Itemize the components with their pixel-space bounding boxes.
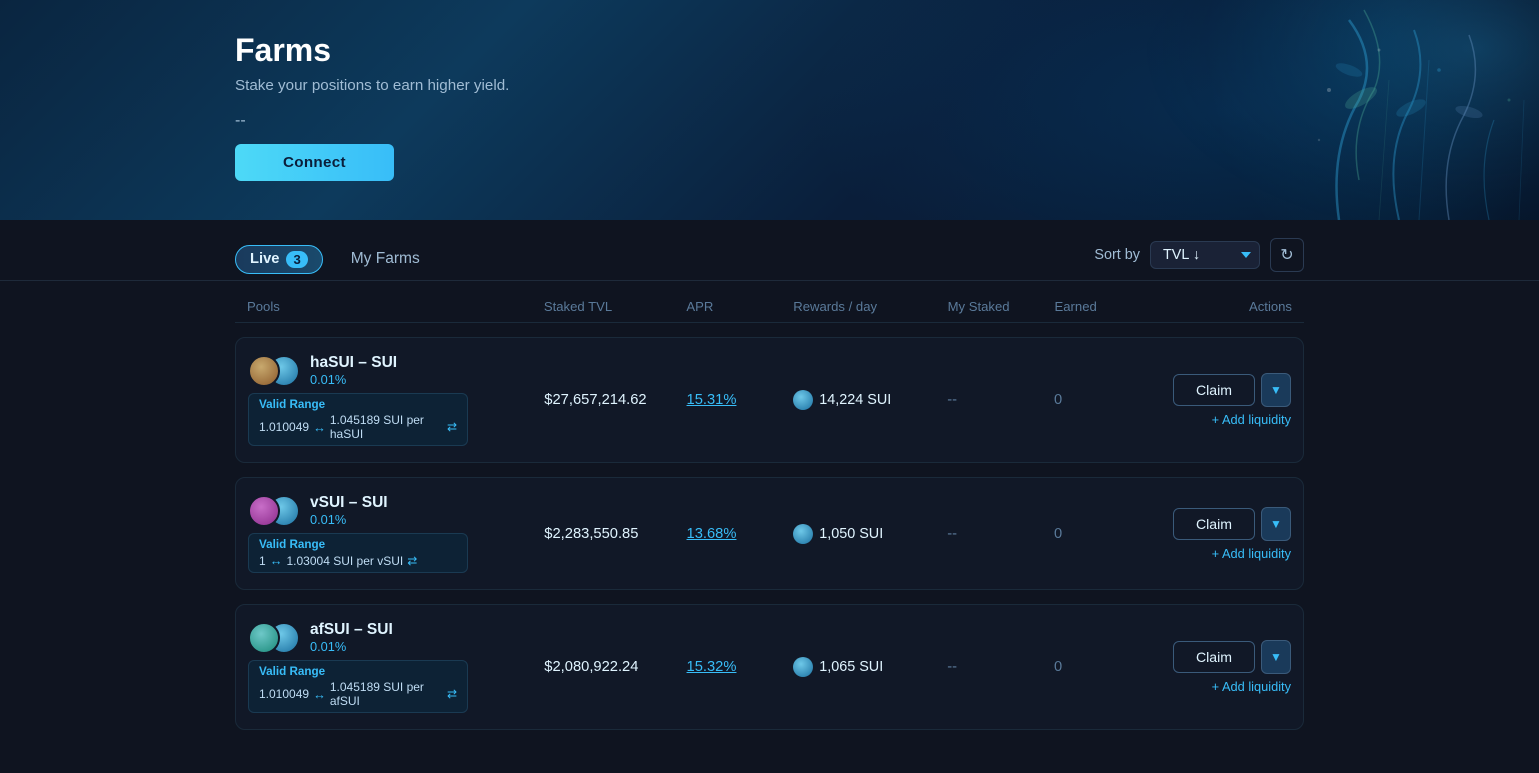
afsui-icon: [248, 622, 280, 654]
dropdown-button[interactable]: ▼: [1261, 507, 1291, 541]
hero-dash: --: [235, 112, 509, 130]
actions-row: Claim ▼: [1173, 640, 1291, 674]
claim-button[interactable]: Claim: [1173, 374, 1255, 406]
pool-header: vSUI – SUI 0.01%: [248, 494, 544, 527]
token-icons: [248, 622, 300, 654]
col-earned: Earned: [1055, 299, 1138, 314]
valid-range-box: Valid Range 1.010049 ↔ 1.045189 SUI per …: [248, 660, 468, 713]
claim-button[interactable]: Claim: [1173, 508, 1255, 540]
staked-tvl: $27,657,214.62: [544, 392, 686, 408]
valid-range-label: Valid Range: [259, 665, 457, 678]
pool-fee: 0.01%: [310, 512, 388, 527]
my-staked: --: [947, 392, 1054, 408]
pool-header: afSUI – SUI 0.01%: [248, 621, 544, 654]
earned-value: 0: [1054, 392, 1137, 408]
pool-fee: 0.01%: [310, 372, 397, 387]
pool-name: afSUI – SUI: [310, 621, 393, 639]
hero-section: Farms Stake your positions to earn highe…: [0, 0, 1539, 220]
actions-cell: Claim ▼ + Add liquidity: [1137, 640, 1291, 694]
pool-name: vSUI – SUI: [310, 494, 388, 512]
actions-cell: Claim ▼ + Add liquidity: [1137, 373, 1291, 427]
rewards-cell: 14,224 SUI: [793, 390, 947, 410]
actions-row: Claim ▼: [1173, 507, 1291, 541]
sui-reward-icon: [793, 390, 813, 410]
col-apr: APR: [686, 299, 793, 314]
add-liquidity-link[interactable]: + Add liquidity: [1212, 412, 1291, 427]
tab-live[interactable]: Live 3: [235, 245, 323, 274]
main-content: Live 3 My Farms Sort by TVL ↓ APR ↓ Rewa…: [0, 220, 1539, 773]
hero-decoration: [839, 0, 1539, 220]
valid-range-box: Valid Range 1 ↔ 1.03004 SUI per vSUI ⇄: [248, 533, 468, 573]
apr-value[interactable]: 15.31%: [687, 392, 794, 408]
col-my-staked: My Staked: [948, 299, 1055, 314]
pool-fee: 0.01%: [310, 639, 393, 654]
rewards-amount: 1,065 SUI: [819, 659, 883, 675]
valid-range-value: 1.010049 ↔ 1.045189 SUI per haSUI ⇄: [259, 413, 457, 441]
staked-tvl: $2,283,550.85: [544, 526, 686, 542]
table-row: haSUI – SUI 0.01% Valid Range 1.010049 ↔…: [235, 337, 1304, 463]
col-rewards-day: Rewards / day: [793, 299, 947, 314]
valid-range-label: Valid Range: [259, 538, 457, 551]
add-liquidity-link[interactable]: + Add liquidity: [1212, 546, 1291, 561]
dropdown-button[interactable]: ▼: [1261, 373, 1291, 407]
pool-cell-hasui: haSUI – SUI 0.01% Valid Range 1.010049 ↔…: [248, 354, 544, 446]
farms-table: Pools Staked TVL APR Rewards / day My St…: [0, 285, 1539, 730]
pool-info: vSUI – SUI 0.01%: [310, 494, 388, 527]
sui-reward-icon: [793, 657, 813, 677]
valid-range-box: Valid Range 1.010049 ↔ 1.045189 SUI per …: [248, 393, 468, 446]
valid-range-value: 1 ↔ 1.03004 SUI per vSUI ⇄: [259, 553, 457, 568]
earned-value: 0: [1054, 659, 1137, 675]
my-staked: --: [947, 659, 1054, 675]
claim-button[interactable]: Claim: [1173, 641, 1255, 673]
connect-button[interactable]: Connect: [235, 144, 394, 181]
staked-tvl: $2,080,922.24: [544, 659, 686, 675]
pool-info: afSUI – SUI 0.01%: [310, 621, 393, 654]
my-staked: --: [947, 526, 1054, 542]
sort-label: Sort by: [1094, 247, 1140, 263]
sui-reward-icon: [793, 524, 813, 544]
token-icons: [248, 355, 300, 387]
refresh-button[interactable]: ↻: [1270, 238, 1304, 272]
valid-range-value: 1.010049 ↔ 1.045189 SUI per afSUI ⇄: [259, 680, 457, 708]
tab-my-farms[interactable]: My Farms: [341, 245, 430, 273]
rewards-amount: 1,050 SUI: [819, 526, 883, 542]
sort-select[interactable]: TVL ↓ APR ↓ Rewards ↓: [1150, 241, 1260, 269]
pool-name: haSUI – SUI: [310, 354, 397, 372]
rewards-cell: 1,065 SUI: [793, 657, 947, 677]
tabs-bar: Live 3 My Farms Sort by TVL ↓ APR ↓ Rewa…: [0, 220, 1539, 281]
dropdown-button[interactable]: ▼: [1261, 640, 1291, 674]
apr-value[interactable]: 15.32%: [687, 659, 794, 675]
table-row: afSUI – SUI 0.01% Valid Range 1.010049 ↔…: [235, 604, 1304, 730]
actions-cell: Claim ▼ + Add liquidity: [1137, 507, 1291, 561]
page-title: Farms: [235, 32, 509, 69]
tab-live-label: Live: [250, 251, 279, 267]
sort-area: Sort by TVL ↓ APR ↓ Rewards ↓ ↻: [1094, 238, 1304, 280]
col-staked-tvl: Staked TVL: [544, 299, 687, 314]
col-actions: Actions: [1138, 299, 1292, 314]
token-icons: [248, 495, 300, 527]
vsui-icon: [248, 495, 280, 527]
pool-info: haSUI – SUI 0.01%: [310, 354, 397, 387]
pool-cell-afsui: afSUI – SUI 0.01% Valid Range 1.010049 ↔…: [248, 621, 544, 713]
hasui-icon: [248, 355, 280, 387]
hero-content: Farms Stake your positions to earn highe…: [235, 32, 509, 181]
live-count-badge: 3: [286, 251, 307, 268]
table-row: vSUI – SUI 0.01% Valid Range 1 ↔ 1.03004…: [235, 477, 1304, 590]
actions-row: Claim ▼: [1173, 373, 1291, 407]
earned-value: 0: [1054, 526, 1137, 542]
col-pools: Pools: [247, 299, 544, 314]
pool-header: haSUI – SUI 0.01%: [248, 354, 544, 387]
pool-cell-vsui: vSUI – SUI 0.01% Valid Range 1 ↔ 1.03004…: [248, 494, 544, 573]
rewards-amount: 14,224 SUI: [819, 392, 891, 408]
rewards-cell: 1,050 SUI: [793, 524, 947, 544]
apr-value[interactable]: 13.68%: [687, 526, 794, 542]
valid-range-label: Valid Range: [259, 398, 457, 411]
table-header: Pools Staked TVL APR Rewards / day My St…: [235, 285, 1304, 323]
add-liquidity-link[interactable]: + Add liquidity: [1212, 679, 1291, 694]
hero-subtitle: Stake your positions to earn higher yiel…: [235, 77, 509, 94]
